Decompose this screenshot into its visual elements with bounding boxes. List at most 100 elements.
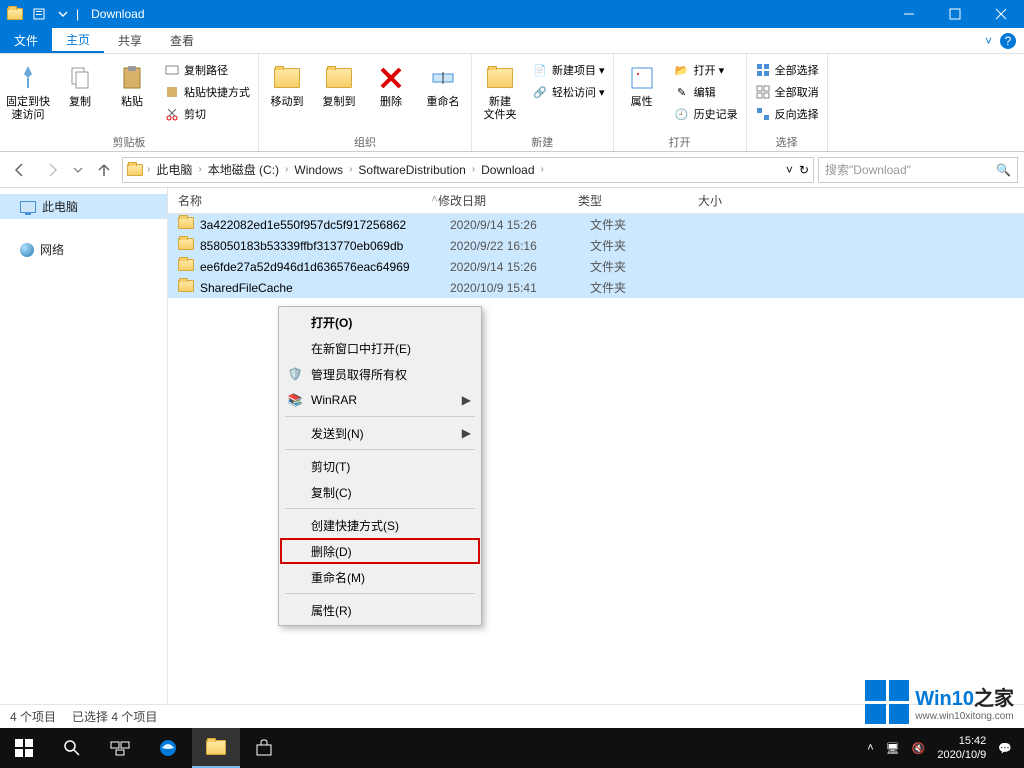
new-item-button[interactable]: 📄新建项目 ▾	[528, 60, 609, 80]
address-folder-icon	[127, 164, 143, 176]
tray-network-icon[interactable]: 🖥	[886, 742, 900, 755]
open-button[interactable]: 📂打开 ▾	[670, 60, 742, 80]
group-new-label: 新建	[531, 133, 553, 151]
edge-icon[interactable]	[144, 728, 192, 768]
store-icon[interactable]	[240, 728, 288, 768]
paste-shortcut-button[interactable]: 粘贴快捷方式	[160, 82, 254, 102]
close-button[interactable]	[978, 0, 1024, 28]
qat-properties-icon[interactable]	[28, 3, 50, 25]
window-title: Download	[83, 7, 144, 21]
taskview-icon[interactable]	[96, 728, 144, 768]
delete-button[interactable]: 删除	[367, 60, 415, 111]
titlebar: | Download	[0, 0, 1024, 28]
rename-button[interactable]: 重命名	[419, 60, 467, 111]
tab-file[interactable]: 文件	[0, 28, 52, 53]
table-row[interactable]: 3a422082ed1e550f957dc5f9172568622020/9/1…	[168, 214, 1024, 235]
ctx-winrar[interactable]: 📚WinRAR▶	[281, 387, 479, 413]
recent-dropdown[interactable]	[70, 156, 86, 184]
ctx-copy[interactable]: 复制(C)	[281, 479, 479, 505]
ribbon: 固定到快 速访问 复制 粘贴 复制路径 粘贴快捷方式 剪切 剪贴板 移动到 复制…	[0, 54, 1024, 152]
col-header-name[interactable]: 名称 ˄	[178, 192, 438, 209]
address-bar[interactable]: › 此电脑› 本地磁盘 (C:)› Windows› SoftwareDistr…	[122, 157, 814, 183]
ctx-properties[interactable]: 属性(R)	[281, 597, 479, 623]
notifications-icon[interactable]: 💬	[998, 742, 1012, 755]
ctx-admin-owner[interactable]: 🛡️管理员取得所有权	[281, 361, 479, 387]
select-all-button[interactable]: 全部选择	[751, 60, 823, 80]
ctx-sendto[interactable]: 发送到(N)▶	[281, 420, 479, 446]
chevron-right-icon: ▶	[462, 426, 471, 440]
new-folder-button[interactable]: 新建 文件夹	[476, 60, 524, 124]
properties-button[interactable]: 属性	[618, 60, 666, 111]
minimize-button[interactable]	[886, 0, 932, 28]
pc-icon	[20, 201, 36, 213]
tray-clock[interactable]: 15:42 2020/10/9	[937, 734, 986, 762]
forward-button[interactable]	[38, 156, 66, 184]
taskbar: ˄ 🖥 🔇 15:42 2020/10/9 💬	[0, 728, 1024, 768]
sidebar-item-pc[interactable]: 此电脑	[0, 194, 167, 219]
collapse-ribbon-icon[interactable]: ˅	[985, 34, 992, 48]
winrar-icon: 📚	[287, 392, 303, 408]
tab-home[interactable]: 主页	[52, 28, 104, 53]
folder-icon	[4, 3, 26, 25]
ctx-open-new-window[interactable]: 在新窗口中打开(E)	[281, 335, 479, 361]
easy-access-button[interactable]: 🔗轻松访问 ▾	[528, 82, 609, 102]
paste-button[interactable]: 粘贴	[108, 60, 156, 111]
copy-path-button[interactable]: 复制路径	[160, 60, 254, 80]
pin-quickaccess-button[interactable]: 固定到快 速访问	[4, 60, 52, 124]
crumb-pc[interactable]: 此电脑	[154, 161, 194, 178]
invert-selection-button[interactable]: 反向选择	[751, 104, 823, 124]
refresh-icon[interactable]: ↻	[799, 163, 809, 177]
search-icon: 🔍	[996, 163, 1011, 177]
col-header-type[interactable]: 类型	[578, 192, 698, 209]
win10-logo-icon	[865, 680, 909, 724]
search-taskbar-icon[interactable]	[48, 728, 96, 768]
sidebar: 此电脑 网络	[0, 188, 168, 704]
history-button[interactable]: 🕘历史记录	[670, 104, 742, 124]
ctx-separator	[285, 449, 475, 450]
ribbon-tabs: 文件 主页 共享 查看 ˅ ?	[0, 28, 1024, 54]
network-icon	[20, 243, 34, 257]
back-button[interactable]	[6, 156, 34, 184]
ctx-cut[interactable]: 剪切(T)	[281, 453, 479, 479]
address-dropdown-icon[interactable]: ˅	[786, 163, 793, 177]
copy-button[interactable]: 复制	[56, 60, 104, 111]
table-row[interactable]: ee6fde27a52d946d1d636576eac649692020/9/1…	[168, 256, 1024, 277]
cut-button[interactable]: 剪切	[160, 104, 254, 124]
folder-icon	[178, 217, 194, 229]
status-selected: 已选择 4 个项目	[72, 708, 157, 725]
search-input[interactable]: 搜索"Download" 🔍	[818, 157, 1018, 183]
ctx-open[interactable]: 打开(O)	[281, 309, 479, 335]
crumb-disk[interactable]: 本地磁盘 (C:)	[206, 161, 281, 178]
crumb-windows[interactable]: Windows	[292, 163, 345, 177]
context-menu: 打开(O) 在新窗口中打开(E) 🛡️管理员取得所有权 📚WinRAR▶ 发送到…	[278, 306, 482, 626]
crumb-sd[interactable]: SoftwareDistribution	[356, 163, 467, 177]
maximize-button[interactable]	[932, 0, 978, 28]
ctx-shortcut[interactable]: 创建快捷方式(S)	[281, 512, 479, 538]
folder-icon	[178, 280, 194, 292]
help-icon[interactable]: ?	[1000, 33, 1016, 49]
start-button[interactable]	[0, 728, 48, 768]
ctx-separator	[285, 508, 475, 509]
qat-dropdown-icon[interactable]	[52, 3, 74, 25]
sidebar-item-network[interactable]: 网络	[0, 237, 167, 262]
moveto-button[interactable]: 移动到	[263, 60, 311, 111]
navbar: › 此电脑› 本地磁盘 (C:)› Windows› SoftwareDistr…	[0, 152, 1024, 188]
tray-up-icon[interactable]: ˄	[867, 742, 873, 754]
up-button[interactable]	[90, 156, 118, 184]
table-row[interactable]: 858050183b53339ffbf313770eb069db2020/9/2…	[168, 235, 1024, 256]
tab-share[interactable]: 共享	[104, 28, 156, 53]
table-row[interactable]: SharedFileCache2020/10/9 15:41文件夹	[168, 277, 1024, 298]
tray-volume-icon[interactable]: 🔇	[912, 742, 926, 755]
col-header-size[interactable]: 大小	[698, 192, 758, 209]
crumb-download[interactable]: Download	[479, 163, 536, 177]
explorer-taskbar-icon[interactable]	[192, 728, 240, 768]
ctx-rename[interactable]: 重命名(M)	[281, 564, 479, 590]
select-none-button[interactable]: 全部取消	[751, 82, 823, 102]
ctx-delete[interactable]: 删除(D)	[280, 538, 480, 564]
group-clipboard-label: 剪贴板	[113, 133, 146, 151]
group-organize-label: 组织	[354, 133, 376, 151]
col-header-date[interactable]: 修改日期	[438, 192, 578, 209]
tab-view[interactable]: 查看	[156, 28, 208, 53]
edit-button[interactable]: ✎编辑	[670, 82, 742, 102]
copyto-button[interactable]: 复制到	[315, 60, 363, 111]
